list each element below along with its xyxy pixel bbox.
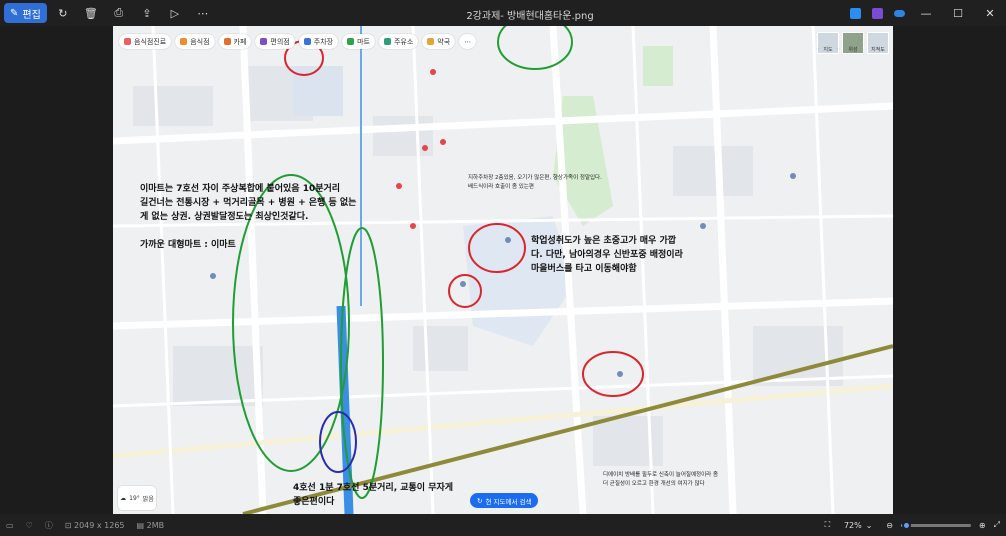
mart-icon (347, 38, 355, 45)
annotation-subway: 4호선 1분 7호선 5분거리, 교통이 무자게 좋은편이다 (293, 483, 454, 507)
dimensions-label: ⊡ 2049 x 1265 (64, 520, 125, 530)
filesize-label: ▤ 2MB (136, 520, 165, 530)
onedrive-icon[interactable] (888, 3, 910, 23)
pharmacy-icon (427, 38, 435, 45)
toolbar: ✎ 편집 ↻ 🗑 ⎙ ⇪ ▷ ⋯ (0, 3, 215, 23)
chevron-down-icon: ⌄ (865, 520, 873, 530)
annotation-school: 학업성취도가 높은 초중고가 매우 가깝 다. 다만, 남아의경우 신반포중 배… (531, 236, 683, 274)
filmstrip-icon[interactable]: ▭ (6, 521, 14, 530)
cafe-icon (223, 38, 231, 45)
store-icon (260, 38, 268, 45)
status-left: ▭ ♡ ⓘ ⊡ 2049 x 1265 ▤ 2MB (0, 520, 164, 531)
edit-label: 편집 (22, 9, 41, 21)
more-icon: ⋯ (464, 37, 472, 46)
chip-pharmacy[interactable]: 약국 (422, 34, 456, 49)
weather-icon: ☁ (120, 494, 127, 502)
layer-cadastral[interactable]: 지적도 (867, 32, 889, 54)
rotate-icon[interactable]: ↻ (51, 3, 75, 23)
zoom-out-icon[interactable]: ⊖ (886, 521, 893, 530)
gas-icon (383, 38, 391, 45)
edit-button[interactable]: ✎ 편집 (4, 3, 47, 23)
restaurant-icon (180, 38, 188, 45)
title-bar: ✎ 편집 ↻ 🗑 ⎙ ⇪ ▷ ⋯ 2강과제- 방배현대홈타운.png — ☐ ✕ (0, 0, 1006, 26)
annotation-parking: 지하주차장 2층있음, 오기가 많은편, 향상가족이 정말입다. 배드식이라 호… (468, 175, 602, 190)
favorite-icon[interactable]: ♡ (26, 521, 33, 530)
delete-icon[interactable]: 🗑 (79, 3, 103, 23)
close-button[interactable]: ✕ (974, 0, 1006, 26)
chip-hospital[interactable]: 음식점진료 (119, 34, 172, 49)
chip-parking[interactable]: 주차장 (298, 34, 339, 49)
share-icon[interactable]: ⇪ (135, 3, 159, 23)
minimize-button[interactable]: — (910, 0, 942, 26)
annotation-emart: 이마트는 7호선 자이 주상복합에 붙어있음 10분거리 길건너는 전통시장 +… (140, 184, 357, 250)
zoom-slider-thumb[interactable] (901, 520, 911, 530)
designer-icon[interactable] (844, 3, 866, 23)
status-bar: ▭ ♡ ⓘ ⊡ 2049 x 1265 ▤ 2MB ⛶ 72% ⌄ ⊖ ⊕ ⤢ (0, 514, 1006, 536)
chip-restaurant[interactable]: 음식점 (175, 34, 215, 49)
file-icon: ▤ (136, 520, 145, 530)
fit-screen-icon[interactable]: ⛶ (825, 520, 831, 530)
map-screenshot: 음식점진료 음식점 카페 편의점 주차장 마트 주유소 약국 ⋯ 지도 위성 지… (113, 26, 893, 514)
annotation-redevelop: 디에이치 방배를 필두로 신축이 늘어질예정이라 좀 더 균질성이 오르고 환경… (603, 472, 719, 487)
map-category-bar: 음식점진료 음식점 카페 편의점 주차장 마트 주유소 약국 ⋯ (119, 34, 477, 49)
layer-satellite[interactable]: 위성 (842, 32, 864, 54)
zoom-dropdown[interactable]: 72% ⌄ (838, 518, 878, 533)
window-controls: — ☐ ✕ (844, 0, 1006, 26)
maximize-button[interactable]: ☐ (942, 0, 974, 26)
print-icon[interactable]: ⎙ (107, 3, 131, 23)
search-this-area-button[interactable]: ↻ 현 지도에서 검색 (470, 493, 539, 508)
info-icon[interactable]: ⓘ (45, 520, 53, 531)
zoom-slider[interactable] (900, 520, 971, 530)
chip-cafe[interactable]: 카페 (218, 34, 252, 49)
layer-map[interactable]: 지도 (817, 32, 839, 54)
chip-gas[interactable]: 주유소 (378, 34, 419, 49)
zoom-in-icon[interactable]: ⊕ (979, 521, 986, 530)
chip-convenience[interactable]: 편의점 (255, 34, 295, 49)
weather-widget[interactable]: ☁ 19° 맑음 (118, 486, 156, 510)
status-right: ⛶ 72% ⌄ ⊖ ⊕ ⤢ (825, 514, 1000, 536)
map-layer-switcher: 지도 위성 지적도 (817, 32, 889, 54)
edit-icon: ✎ (10, 7, 19, 19)
fullscreen-icon[interactable]: ⤢ (994, 520, 1000, 530)
more-icon[interactable]: ⋯ (191, 3, 215, 23)
slideshow-icon[interactable]: ▷ (163, 3, 187, 23)
map-base (113, 26, 893, 514)
hospital-icon (124, 38, 131, 45)
window-title: 2강과제- 방배현대홈타운.png (466, 11, 594, 22)
image-size-icon: ⊡ (64, 520, 72, 530)
chip-more[interactable]: ⋯ (459, 34, 477, 49)
parking-icon (303, 38, 311, 45)
chip-mart[interactable]: 마트 (342, 34, 375, 49)
image-canvas[interactable]: 음식점진료 음식점 카페 편의점 주차장 마트 주유소 약국 ⋯ 지도 위성 지… (0, 26, 1006, 514)
clipchamp-icon[interactable] (866, 3, 888, 23)
refresh-icon: ↻ (477, 496, 483, 505)
